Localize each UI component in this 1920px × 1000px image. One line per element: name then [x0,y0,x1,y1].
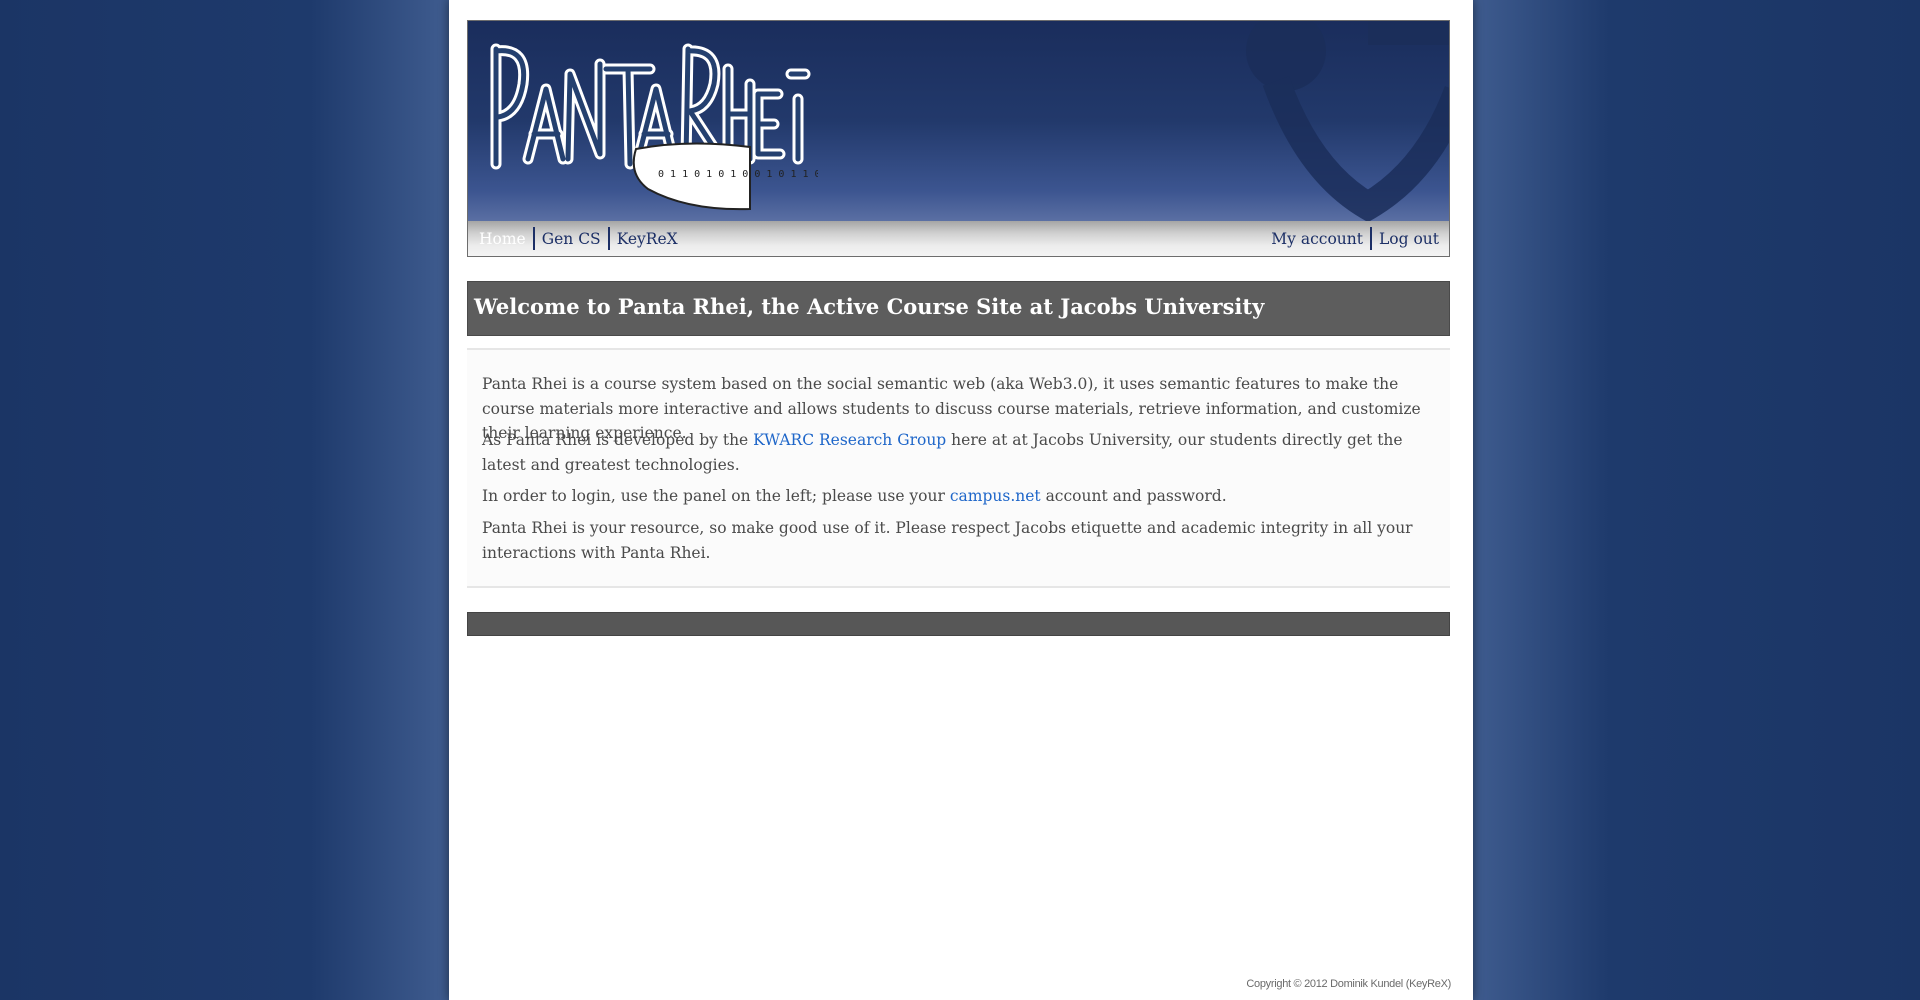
content-area: Panta Rhei is a course system based on t… [467,348,1450,588]
page-container: 0 1 1 0 1 0 1 0 0 1 0 1 1 0 1 0 1 0 0 1 … [449,0,1473,1000]
text: As Panta Rhei is developed by the [482,431,754,449]
kwarc-paragraph: As Panta Rhei is developed by the KWARC … [482,428,1442,477]
text: account and password. [1040,487,1227,505]
panta-rhei-logo: 0 1 1 0 1 0 1 0 0 1 0 1 1 0 1 0 1 0 0 1 … [490,43,818,211]
etiquette-paragraph: Panta Rhei is your resource, so make goo… [482,519,1413,562]
site-header: 0 1 1 0 1 0 1 0 0 1 0 1 1 0 1 0 1 0 0 1 … [467,20,1450,257]
login-paragraph: In order to login, use the panel on the … [482,484,1442,509]
primary-nav: Home Gen CS KeyReX [472,221,685,256]
logo-binary-text: 0 1 1 0 1 0 1 0 0 1 0 1 1 0 1 0 1 0 0 1 … [658,169,818,180]
user-nav: My account Log out [1264,221,1446,256]
copyright-text: Copyright © 2012 Dominik Kundel (KeyReX) [1246,978,1451,990]
nav-gen-cs[interactable]: Gen CS [535,229,608,249]
nav-keyrex[interactable]: KeyReX [610,229,685,249]
campus-net-link[interactable]: campus.net [950,487,1041,505]
nav-home[interactable]: Home [472,229,533,249]
nav-log-out[interactable]: Log out [1372,229,1446,249]
nav-my-account[interactable]: My account [1264,229,1370,249]
kwarc-research-group-link[interactable]: KWARC Research Group [753,431,946,449]
footer-bar [467,612,1450,636]
page-title-bar: Welcome to Panta Rhei, the Active Course… [467,281,1450,336]
text: In order to login, use the panel on the … [482,487,950,505]
page-title: Welcome to Panta Rhei, the Active Course… [474,294,1265,319]
main-nav: Home Gen CS KeyReX My account Log out [468,221,1449,256]
header-banner: 0 1 1 0 1 0 1 0 0 1 0 1 1 0 1 0 1 0 0 1 … [468,21,1449,221]
